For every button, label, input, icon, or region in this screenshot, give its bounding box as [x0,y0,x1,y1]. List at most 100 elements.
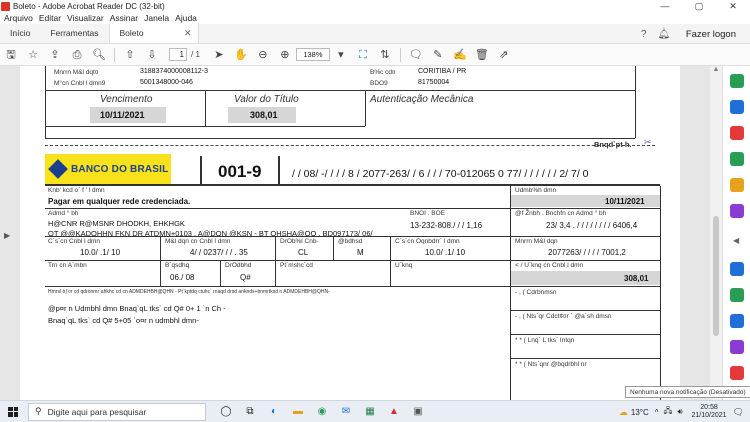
tab-bar: Início Ferramentas Boleto ✕ ? 🔔︎ Fazer l… [0,23,750,44]
print-icon[interactable]: ⎙ [66,44,88,66]
document-area[interactable]: ▶ Mnrrn M&l dqt¤ 3188374000008112-3 B%c … [0,66,722,400]
tab-close-icon[interactable]: ✕ [184,23,192,43]
page-total: / 1 [191,50,200,59]
tab-tools[interactable]: Ferramentas [40,23,108,43]
volume-icon[interactable]: 🔊︎ [677,407,682,417]
bookmark-star-icon[interactable]: ☆ [22,44,44,66]
upload-icon[interactable]: ⇪ [44,44,66,66]
login-button[interactable]: Fazer logon [674,29,750,40]
beneficiario-label: Admd ° bh [48,210,79,217]
taskbar-search[interactable]: ⚲ Digite aqui para pesquisar [28,402,206,421]
organize-pages-icon[interactable] [730,262,744,276]
next-page-icon[interactable]: ⇩ [141,44,163,66]
file-explorer-icon[interactable]: ▬ [286,401,310,422]
tab-home[interactable]: Início [0,23,40,43]
protect-icon[interactable] [730,314,744,328]
windows-logo-icon [8,406,18,417]
task-view-icon[interactable]: ⧉ [238,401,262,422]
border-line [278,156,280,184]
send-signature-icon[interactable] [730,340,744,354]
scroll-up-icon[interactable]: ▲ [710,66,722,73]
menu-janela[interactable]: Janela [141,13,172,23]
acrobat-icon [1,1,10,11]
border-line [660,186,661,400]
cortana-icon[interactable]: ◯ [214,401,238,422]
search-icon[interactable]: 🔍︎ [88,44,110,66]
tab-document[interactable]: Boleto ✕ [108,23,199,43]
clock-time: 20:58 [700,404,718,411]
scroll-mode-icon[interactable]: ⇅ [374,44,396,66]
minimize-button[interactable]: — [648,0,682,12]
receipt-label: B%c cd¤ [370,69,396,76]
close-button[interactable]: ✕ [716,0,750,12]
save-icon[interactable]: 🖫 [0,44,22,66]
clock-date: 21/10/2021 [691,412,727,419]
combine-files-icon[interactable] [730,204,744,218]
network-icon[interactable]: 🖧 [664,405,673,419]
weather-icon[interactable]: ☁ [619,407,628,418]
aceite-value: M [357,248,364,257]
fill-sign-icon[interactable] [730,288,744,302]
numero-documento-value: 4/ / 0237/ / / . 35 [190,248,248,257]
app-icon[interactable]: ▣ [406,401,430,422]
temperature[interactable]: 13°C [631,408,649,417]
menu-assinar[interactable]: Assinar [107,13,141,23]
valor-label: U`knq [395,262,413,269]
more-tools-icon[interactable] [730,366,744,380]
left-panel-toggle-icon[interactable]: ▶ [4,231,10,240]
menu-visualizar[interactable]: Visualizar [64,13,107,23]
excel-icon[interactable]: ▦ [358,401,382,422]
edit-pdf-icon[interactable] [730,152,744,166]
select-cursor-icon[interactable]: ➤ [208,44,230,66]
zoom-in-icon[interactable]: ⊕ [274,44,296,66]
especie-value: Q# [240,273,251,282]
signature-icon[interactable]: ✍ [449,44,471,66]
data-processamento-label: C`s`cn Oqnbdrr` l dmn [395,238,460,245]
hand-tool-icon[interactable]: ✋ [230,44,252,66]
previous-page-icon[interactable]: ⇧ [119,44,141,66]
border-line [510,310,660,311]
comment-tool-icon[interactable] [730,178,744,192]
menu-editar[interactable]: Editar [36,13,64,23]
border-line [220,260,221,286]
zoom-dropdown-icon[interactable]: ▾ [330,44,352,66]
maximize-button[interactable]: ▢ [682,0,716,12]
menu-arquivo[interactable]: Arquivo [0,13,36,23]
page-number-input[interactable]: 1 [169,48,187,61]
outlook-icon[interactable]: ✉ [334,401,358,422]
bell-icon[interactable]: 🔔︎ [654,29,674,40]
share-icon[interactable]: ⇗ [493,44,515,66]
acrobat-taskbar-icon[interactable]: ▲ [382,401,406,422]
comment-icon[interactable]: 🗨 [405,44,427,66]
menu-ajuda[interactable]: Ajuda [172,13,200,23]
carteira-value: 06./ 08 [170,273,195,282]
valor-titulo-value: 308,01 [250,110,278,120]
zoom-out-icon[interactable]: ⊖ [252,44,274,66]
clock[interactable]: 20:58 21/10/2021 [692,404,727,420]
vertical-scrollbar[interactable]: ▲ ▼ [710,66,722,400]
create-pdf-icon[interactable] [730,126,744,140]
border-line [45,236,660,237]
tray-chevron-icon[interactable]: ^ [655,408,659,417]
edge-icon[interactable]: ◐ [262,401,286,422]
numero-documento-label: M&l dqn cn Cnbl l dmn [165,238,231,245]
instrucao-line-1: @p¤r n Udmbhl dmn Bnaq`qL tks` cd Q# 0+ … [48,304,226,313]
export-pdf-icon[interactable] [730,74,744,88]
notifications-icon[interactable]: 🗨 [733,407,744,418]
data-documento-value: 10.0/ .1/ 10 [80,248,121,257]
zoom-level-select[interactable]: 138% [295,48,330,61]
search-pdf-icon[interactable] [730,100,744,114]
pdf-page: Mnrrn M&l dqt¤ 3188374000008112-3 B%c cd… [20,66,680,400]
delete-icon[interactable]: 🗑 [471,44,493,66]
start-button[interactable] [0,401,26,422]
right-panel-toggle-icon[interactable]: ◀ [733,236,739,245]
quantidade-label: Pt`mshc`cd [280,262,313,269]
scrollbar-thumb[interactable] [713,216,719,336]
cnpj-label: BNOI . BOE [410,210,446,217]
nosso-numero-value: 2077263/ / / / / 7001,2 [548,248,626,257]
fit-page-icon[interactable]: ⛶ [352,44,374,66]
border-line [45,208,660,209]
help-icon[interactable]: ? [634,29,654,40]
pen-icon[interactable]: ✎ [427,44,449,66]
chrome-icon[interactable]: ◉ [310,401,334,422]
